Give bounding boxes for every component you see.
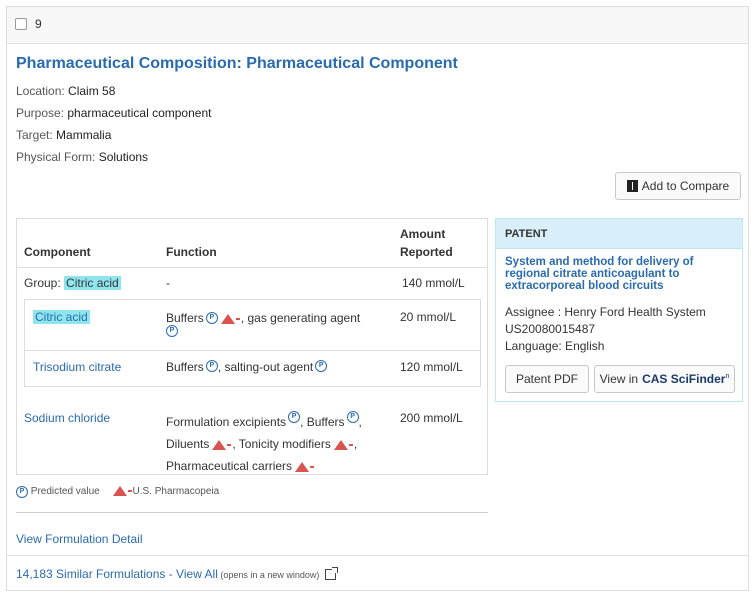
usp-icon <box>212 439 232 450</box>
patent-assignee: Assignee : Henry Ford Health System <box>505 305 706 319</box>
group-amount: 140 mmol/L <box>402 276 465 290</box>
external-window-icon <box>325 567 339 581</box>
physical-form-label: Physical Form: <box>16 150 99 164</box>
component-link[interactable]: Citric acid <box>33 310 90 324</box>
section-divider <box>16 512 488 513</box>
view-formulation-detail-link[interactable]: View Formulation Detail <box>16 532 143 546</box>
component-row-2-amount: 120 mmol/L <box>400 360 463 374</box>
predicted-value-icon: P <box>205 312 218 324</box>
cas-scifinder-label: CAS SciFindern <box>642 372 730 386</box>
opens-new-window-note: (opens in a new window) <box>217 570 320 580</box>
patent-heading: PATENT <box>505 228 548 240</box>
component-row-3-name[interactable]: Sodium chloride <box>24 411 110 425</box>
component-link[interactable]: Trisodium citrate <box>33 360 121 374</box>
component-row-1-name[interactable]: Citric acid <box>33 310 90 324</box>
component-row-1-function: Buffers P , gas generating agent P <box>166 312 381 338</box>
location-row: Location: Claim 58 <box>16 84 115 98</box>
function-text: Buffers <box>166 311 204 325</box>
component-row-1-amount: 20 mmol/L <box>400 310 457 324</box>
result-number: 9 <box>35 17 42 31</box>
component-header: Component <box>24 245 91 259</box>
physical-form-row: Physical Form: Solutions <box>16 150 148 164</box>
amount-header-line2: Reported <box>400 245 453 259</box>
view-in-cas-scifinder-button[interactable]: View in CAS SciFindern <box>594 365 735 393</box>
target-label: Target: <box>16 128 57 142</box>
add-to-compare-label: Add to Compare <box>641 179 730 193</box>
add-to-compare-button[interactable]: Add to Compare <box>615 172 741 200</box>
group-members: Citric acid Buffers P, gas generating age… <box>24 299 481 387</box>
component-row-2-name[interactable]: Trisodium citrate <box>33 360 121 374</box>
component-row-3-amount: 200 mmol/L <box>400 411 463 425</box>
patent-pdf-button[interactable]: Patent PDF <box>505 365 589 393</box>
select-checkbox[interactable] <box>15 18 27 30</box>
patent-panel: PATENT System and method for delivery of… <box>495 218 743 402</box>
composition-title: Pharmaceutical Composition: Pharmaceutic… <box>16 55 458 72</box>
function-header: Function <box>166 245 217 259</box>
component-link[interactable]: Sodium chloride <box>24 411 110 425</box>
usp-icon <box>112 486 132 497</box>
component-table: Component Function Amount Reported Group… <box>16 218 488 475</box>
predicted-value-icon: P <box>315 360 328 372</box>
legend-predicted: Predicted value <box>30 486 100 497</box>
usp-icon <box>333 439 353 450</box>
row-divider <box>25 350 480 351</box>
function-text: , Tonicity modifiers <box>232 437 331 451</box>
function-text: , Buffers <box>300 415 345 429</box>
function-text: Buffers <box>166 360 204 374</box>
legend-usp: U.S. Pharmacopeia <box>132 486 220 497</box>
predicted-value-icon: P <box>16 486 28 498</box>
purpose-label: Purpose: <box>16 106 68 120</box>
amount-header-line1: Amount <box>400 227 446 241</box>
physical-form-value: Solutions <box>98 150 149 164</box>
icon-legend: P Predicted value U.S. Pharmacopeia <box>16 486 219 498</box>
predicted-value-icon: P <box>166 325 178 337</box>
function-text: , gas generating agent <box>240 311 361 325</box>
target-value: Mammalia <box>56 128 112 142</box>
patent-language: Language: English <box>505 339 605 353</box>
group-name: Citric acid <box>64 276 121 290</box>
book-icon <box>626 180 638 192</box>
function-text: , <box>358 415 362 429</box>
function-text: , salting-out agent <box>217 360 314 374</box>
usp-icon <box>220 313 240 324</box>
location-label: Location: <box>16 84 69 98</box>
formulation-card: 9 Pharmaceutical Composition: Pharmaceut… <box>6 6 749 591</box>
component-row-3-function: Formulation excipients P, Buffers P, Diluen… <box>166 411 386 477</box>
function-text: Formulation excipients <box>166 415 287 429</box>
component-row-2-function: Buffers P, salting-out agent P <box>166 360 328 374</box>
purpose-value: pharmaceutical component <box>67 106 212 120</box>
card-header: 9 <box>7 7 748 44</box>
view-in-label: View in <box>599 372 639 386</box>
function-text: Diluents <box>166 437 210 451</box>
patent-header: PATENT <box>496 219 742 249</box>
function-text: , <box>353 437 358 451</box>
predicted-value-icon: P <box>205 360 218 372</box>
predicted-value-icon: P <box>288 411 301 423</box>
similar-formulations: 14,183 Similar Formulations - View All (… <box>16 567 339 581</box>
group-cell: Group: Citric acid <box>24 276 121 290</box>
patent-title-link[interactable]: System and method for delivery of region… <box>505 256 730 292</box>
card-footer: 14,183 Similar Formulations - View All (… <box>7 555 748 591</box>
predicted-value-icon: P <box>346 411 359 423</box>
group-function: - <box>166 276 170 290</box>
location-value: Claim 58 <box>68 84 116 98</box>
similar-formulations-link[interactable]: 14,183 Similar Formulations - View All <box>16 567 218 581</box>
header-divider <box>17 267 487 268</box>
patent-number: US20080015487 <box>505 322 596 336</box>
function-text: Pharmaceutical carriers <box>166 459 293 473</box>
group-label: Group: <box>24 276 65 290</box>
patent-pdf-label: Patent PDF <box>515 372 579 386</box>
target-row: Target: Mammalia <box>16 128 111 142</box>
purpose-row: Purpose: pharmaceutical component <box>16 106 211 120</box>
usp-icon <box>295 461 315 472</box>
